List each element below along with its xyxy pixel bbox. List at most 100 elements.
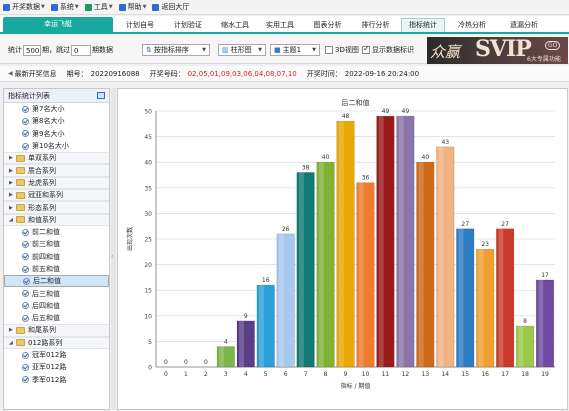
tab-8[interactable]: 遗漏分析 [500, 19, 548, 32]
tree-item[interactable]: 后五和值 [4, 312, 109, 324]
expanded-arrow-icon[interactable]: ◢ [9, 340, 15, 346]
tree-item[interactable]: 第8名大小 [4, 115, 109, 127]
indicator-list-title: 指标统计列表 [8, 92, 50, 100]
tree-group[interactable]: ▶ 和尾系列 [4, 324, 109, 337]
data-label: 0 [164, 359, 168, 366]
dock-icon[interactable] [97, 92, 105, 99]
period-label: 期， [42, 46, 56, 54]
y-tick-label: 45 [144, 134, 152, 141]
tree-item[interactable]: 前三和值 [4, 238, 109, 250]
tab-3[interactable]: 实用工具 [258, 19, 302, 32]
tree-group[interactable]: ▶ 质合系列 [4, 164, 109, 177]
tree-item[interactable]: 冠军012路 [4, 349, 109, 361]
tree-label: 前五和值 [32, 265, 60, 273]
period-no-value: 20220916088 [90, 69, 140, 78]
latest-info-label: 最新开奖信息 [14, 69, 57, 78]
tab-7[interactable]: 冷热分析 [448, 19, 496, 32]
check-circle-icon [22, 130, 29, 138]
collapsed-arrow-icon[interactable]: ▶ [9, 155, 15, 161]
skip-count-input[interactable]: 0 [71, 44, 91, 56]
data-label: 40 [322, 154, 330, 161]
tree-item[interactable]: 后四和值 [4, 300, 109, 312]
tree-label: 亚军012路 [32, 363, 67, 372]
sort-select-value: 按指标排序 [153, 46, 189, 54]
tree-item[interactable]: 亚军012路 [4, 361, 109, 373]
folder-icon [16, 154, 25, 162]
y-tick-label: 40 [144, 160, 152, 167]
tree-label: 前二和值 [32, 228, 60, 237]
tree-label: 012路系列 [28, 338, 63, 347]
collapse-icon[interactable]: ◀ [8, 70, 13, 77]
show-label-toggle[interactable]: 显示数据标识 [362, 43, 414, 57]
x-tick-label: 18 [521, 371, 529, 378]
theme-select[interactable]: ■ 主题1 ▼ [270, 44, 320, 56]
tree-label: 后三和值 [32, 289, 60, 298]
bar-highlight [239, 320, 245, 367]
view3d-checkbox[interactable] [325, 46, 333, 54]
tab-6[interactable]: 指标统计 [401, 18, 445, 32]
numbers-label: 开奖号码： [149, 69, 185, 78]
folder-icon [16, 179, 25, 187]
tree-item[interactable]: 第9名大小 [4, 128, 109, 140]
collapsed-arrow-icon[interactable]: ▶ [9, 192, 15, 198]
settings-icon [50, 3, 58, 11]
banner-sub-text: 6大专属功能 [527, 56, 561, 63]
tree-group[interactable]: ▶ 龙虎系列 [4, 176, 109, 190]
tree-item[interactable]: 第10名大小 [4, 140, 109, 152]
expanded-arrow-icon[interactable]: ◢ [9, 217, 15, 223]
bar-highlight [318, 162, 324, 367]
menu-download[interactable]: 开奖数据 ▼ [3, 2, 45, 12]
tree-item[interactable]: 第7名大小 [4, 103, 109, 115]
data-label: 16 [262, 277, 270, 284]
tree-group[interactable]: ▶ 单双系列 [4, 152, 109, 165]
check-circle-icon [22, 302, 29, 310]
menu-settings[interactable]: 系统 ▼ [50, 2, 79, 12]
stat-count-input[interactable]: 500 [23, 44, 41, 56]
tree-group[interactable]: ▶ 冠亚和系列 [4, 189, 109, 202]
data-label: 23 [481, 241, 489, 248]
data-label: 27 [501, 221, 509, 228]
tree-item[interactable]: 后二和值 [4, 275, 109, 288]
tab-4[interactable]: 图表分析 [305, 19, 350, 32]
y-tick-label: 0 [148, 365, 152, 372]
bar-highlight [438, 146, 444, 367]
panel-splitter[interactable]: ‹ [111, 88, 116, 410]
tree-group[interactable]: ▶ 形态系列 [4, 201, 109, 214]
tab-2[interactable]: 缩水工具 [214, 19, 256, 32]
tree-item[interactable]: 后三和值 [4, 287, 109, 299]
tree-item[interactable]: 季军012路 [4, 374, 109, 386]
folder-icon [16, 191, 25, 199]
collapsed-arrow-icon[interactable]: ▶ [9, 180, 15, 186]
tree-label: 后二和值 [33, 277, 61, 286]
chart-type-select[interactable]: ▥ 柱形图 ▼ [218, 44, 266, 56]
x-tick-label: 11 [382, 371, 390, 378]
svip-banner[interactable]: 众赢 SVIP GO 6大专属功能 [427, 37, 568, 64]
collapsed-arrow-icon[interactable]: ▶ [9, 327, 15, 333]
y-tick-label: 10 [144, 313, 152, 320]
tree-group[interactable]: ◢ 012路系列 [4, 336, 109, 349]
chevron-down-icon: ▼ [74, 4, 79, 10]
lottery-brand-tab[interactable]: 幸运飞艇 [3, 17, 113, 32]
data-label: 49 [382, 108, 390, 115]
menu-back[interactable]: 返回大厅 [152, 2, 189, 12]
tree-item[interactable]: 前四和值 [4, 251, 109, 263]
numbers-value: 02,05,01,09,03,06,04,08,07,10 [187, 69, 297, 78]
menu-help[interactable]: 帮助 ▼ [118, 2, 146, 12]
tab-1[interactable]: 计划验证 [165, 19, 211, 32]
collapsed-arrow-icon[interactable]: ▶ [9, 168, 15, 174]
show-label-checkbox[interactable] [362, 44, 370, 54]
tree-group[interactable]: ◢ 和值系列 [4, 213, 109, 226]
tree-label: 和值系列 [28, 215, 56, 224]
view3d-toggle[interactable]: 3D视图 [325, 43, 359, 57]
tab-5[interactable]: 排行分析 [353, 19, 398, 32]
indicator-list-panel: 指标统计列表 第7名大小 第8名大小 第9名大小 第10名大小 ▶ 单双系列 ▶ 质合系列 ▶ 龙… [3, 88, 110, 410]
tree-item[interactable]: 前五和值 [4, 263, 109, 275]
check-circle-icon [22, 240, 29, 248]
menu-tools[interactable]: 工具 ▼ [84, 2, 113, 12]
tab-0[interactable]: 计划自号 [118, 19, 162, 32]
palette-icon: ■ [274, 46, 281, 54]
sort-select[interactable]: ⇅ 按指标排序 ▼ [142, 44, 210, 56]
tree-item[interactable]: 前二和值 [4, 226, 109, 238]
x-tick-label: 13 [422, 371, 430, 378]
collapsed-arrow-icon[interactable]: ▶ [9, 205, 15, 211]
